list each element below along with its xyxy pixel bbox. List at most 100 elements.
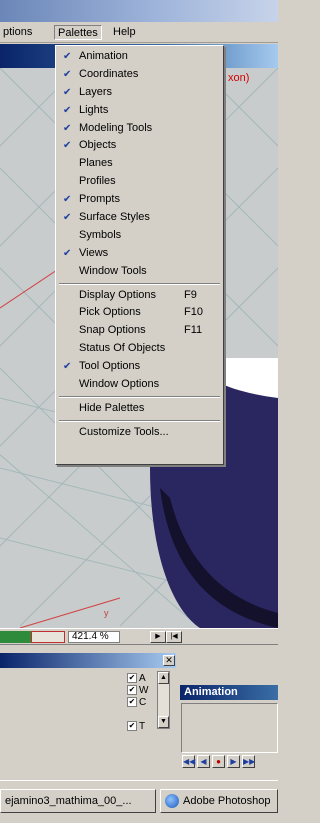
menu-item-status-of-objects[interactable]: Status Of Objects bbox=[57, 340, 222, 358]
toggle-label: C bbox=[139, 697, 147, 708]
check-icon: ✔ bbox=[63, 140, 72, 152]
menu-item-label: Views bbox=[79, 246, 109, 259]
check-icon: ✔ bbox=[63, 212, 72, 224]
step-forward-icon[interactable]: ▶ bbox=[227, 755, 240, 768]
menu-item-animation[interactable]: ✔ Animation bbox=[57, 48, 222, 66]
check-icon: ✔ bbox=[63, 194, 72, 206]
menu-item-label: Prompts bbox=[79, 193, 120, 206]
menu-item-objects[interactable]: ✔ Objects bbox=[57, 137, 222, 155]
checkbox-icon[interactable]: ✔ bbox=[127, 697, 137, 708]
menu-palettes[interactable]: Palettes bbox=[54, 25, 102, 40]
menu-item-coordinates[interactable]: ✔ Coordinates bbox=[57, 66, 222, 84]
menu-item-modeling-tools[interactable]: ✔ Modeling Tools bbox=[57, 120, 222, 138]
menu-options[interactable]: ptions bbox=[0, 25, 35, 40]
fast-forward-icon[interactable]: ▶▶ bbox=[242, 755, 255, 768]
toggle-w[interactable]: ✔ W bbox=[127, 685, 148, 697]
menu-item-label: Symbols bbox=[79, 228, 122, 241]
cursor-label: y bbox=[104, 608, 109, 618]
menu-item-customize-tools[interactable]: Customize Tools... bbox=[57, 424, 222, 442]
bottom-panels: ✕ ✔ A ✔ W ✔ C ✔ T ▲ ▼ Animation ◀◀ ◀ ● ▶ ▶▶ bbox=[0, 644, 278, 780]
menu-item-label: Coordinates bbox=[79, 67, 139, 80]
menu-help[interactable]: Help bbox=[110, 25, 139, 40]
menu-item-shortcut: F9 bbox=[184, 288, 197, 301]
view-label: xon) bbox=[228, 72, 250, 84]
menu-item-label: Window Options bbox=[79, 378, 160, 391]
animation-panel-title: Animation bbox=[180, 685, 278, 700]
checkbox-icon[interactable]: ✔ bbox=[127, 673, 137, 684]
status-green-segment bbox=[0, 631, 31, 643]
rewind-icon[interactable]: ◀◀ bbox=[182, 755, 195, 768]
toggle-t[interactable]: ✔ T bbox=[127, 721, 145, 733]
menu-item-label: Modeling Tools bbox=[79, 121, 153, 134]
animation-panel-body bbox=[181, 703, 278, 753]
app-title-bar bbox=[0, 0, 278, 22]
checkbox-icon[interactable]: ✔ bbox=[127, 685, 137, 696]
menu-item-hide-palettes[interactable]: Hide Palettes bbox=[57, 400, 222, 418]
menu-item-label: Planes bbox=[79, 157, 113, 170]
menu-item-snap-options[interactable]: Snap Options F11 bbox=[57, 322, 222, 340]
menu-item-pick-options[interactable]: Pick Options F10 bbox=[57, 304, 222, 322]
check-icon: ✔ bbox=[63, 122, 72, 134]
menu-item-label: Profiles bbox=[79, 175, 116, 188]
check-icon: ✔ bbox=[63, 68, 72, 80]
menu-item-label: Animation bbox=[79, 50, 128, 62]
menu-item-label: Display Options bbox=[79, 288, 157, 301]
menu-item-planes[interactable]: Planes bbox=[57, 155, 222, 173]
check-icon: ✔ bbox=[63, 361, 72, 373]
check-icon: ✔ bbox=[63, 104, 72, 116]
menu-item-label: Window Tools bbox=[79, 264, 147, 277]
menu-item-display-options[interactable]: Display Options F9 bbox=[57, 287, 222, 305]
play-icon[interactable]: ▶ bbox=[150, 631, 166, 643]
left-panel-title-bar bbox=[0, 653, 176, 668]
scroll-down-icon[interactable]: ▼ bbox=[158, 716, 169, 728]
taskbar-item-label: Adobe Photoshop bbox=[183, 795, 271, 807]
checkbox-icon[interactable]: ✔ bbox=[127, 721, 137, 732]
toggle-label: A bbox=[139, 673, 146, 684]
toggle-a[interactable]: ✔ A bbox=[127, 673, 146, 685]
menu-item-shortcut: F10 bbox=[184, 306, 203, 319]
menu-item-tool-options[interactable]: ✔ Tool Options bbox=[57, 358, 222, 376]
menu-item-label: Status Of Objects bbox=[79, 342, 166, 355]
check-icon: ✔ bbox=[63, 247, 72, 259]
toggle-label: W bbox=[139, 685, 149, 696]
menu-item-label: Surface Styles bbox=[79, 211, 150, 224]
menu-item-label: Pick Options bbox=[79, 306, 141, 319]
menu-item-label: Snap Options bbox=[79, 324, 146, 337]
taskbar-item-label: ejamino3_mathima_00_... bbox=[5, 795, 132, 807]
close-icon[interactable]: ✕ bbox=[163, 655, 175, 666]
menu-item-label: Layers bbox=[79, 85, 113, 98]
step-icon[interactable]: |◀ bbox=[166, 631, 182, 643]
menu-item-prompts[interactable]: ✔ Prompts bbox=[57, 191, 222, 209]
menu-bar: ptions Palettes Help bbox=[0, 22, 278, 43]
menu-item-symbols[interactable]: Symbols bbox=[57, 227, 222, 245]
menu-item-shortcut: F11 bbox=[184, 324, 203, 337]
menu-item-label: Lights bbox=[79, 103, 109, 116]
menu-item-window-options[interactable]: Window Options bbox=[57, 376, 222, 394]
palettes-menu: ✔ Animation ✔ Coordinates ✔ Layers ✔ Lights ✔ Mod… bbox=[55, 45, 224, 465]
menu-item-label: Hide Palettes bbox=[79, 401, 145, 414]
menu-item-views[interactable]: ✔ Views bbox=[57, 245, 222, 263]
taskbar-item-photoshop[interactable]: Adobe Photoshop bbox=[160, 789, 278, 813]
menu-item-label: Tool Options bbox=[79, 360, 141, 373]
taskbar: ejamino3_mathima_00_... Adobe Photoshop bbox=[0, 780, 278, 823]
left-panel-scrollbar[interactable]: ▲ ▼ bbox=[157, 671, 170, 729]
status-bar: 421.4 % ▶ |◀ bbox=[0, 628, 278, 644]
check-icon: ✔ bbox=[63, 51, 72, 62]
status-red-segment bbox=[31, 631, 65, 643]
toggle-c[interactable]: ✔ C bbox=[127, 697, 146, 709]
menu-item-label: Customize Tools... bbox=[79, 425, 169, 438]
taskbar-item-document[interactable]: ejamino3_mathima_00_... bbox=[0, 789, 156, 813]
scroll-up-icon[interactable]: ▲ bbox=[158, 672, 169, 684]
menu-item-window-tools[interactable]: Window Tools bbox=[57, 263, 222, 281]
menu-item-profiles[interactable]: Profiles bbox=[57, 173, 222, 191]
menu-item-label: Objects bbox=[79, 139, 117, 152]
menu-item-layers[interactable]: ✔ Layers bbox=[57, 84, 222, 102]
photoshop-icon bbox=[165, 794, 179, 808]
step-back-icon[interactable]: ◀ bbox=[197, 755, 210, 768]
zoom-field[interactable]: 421.4 % bbox=[68, 631, 120, 643]
toggle-label: T bbox=[139, 721, 146, 732]
record-icon[interactable]: ● bbox=[212, 755, 225, 768]
menu-item-lights[interactable]: ✔ Lights bbox=[57, 102, 222, 120]
check-icon: ✔ bbox=[63, 86, 72, 98]
menu-item-surface-styles[interactable]: ✔ Surface Styles bbox=[57, 209, 222, 227]
